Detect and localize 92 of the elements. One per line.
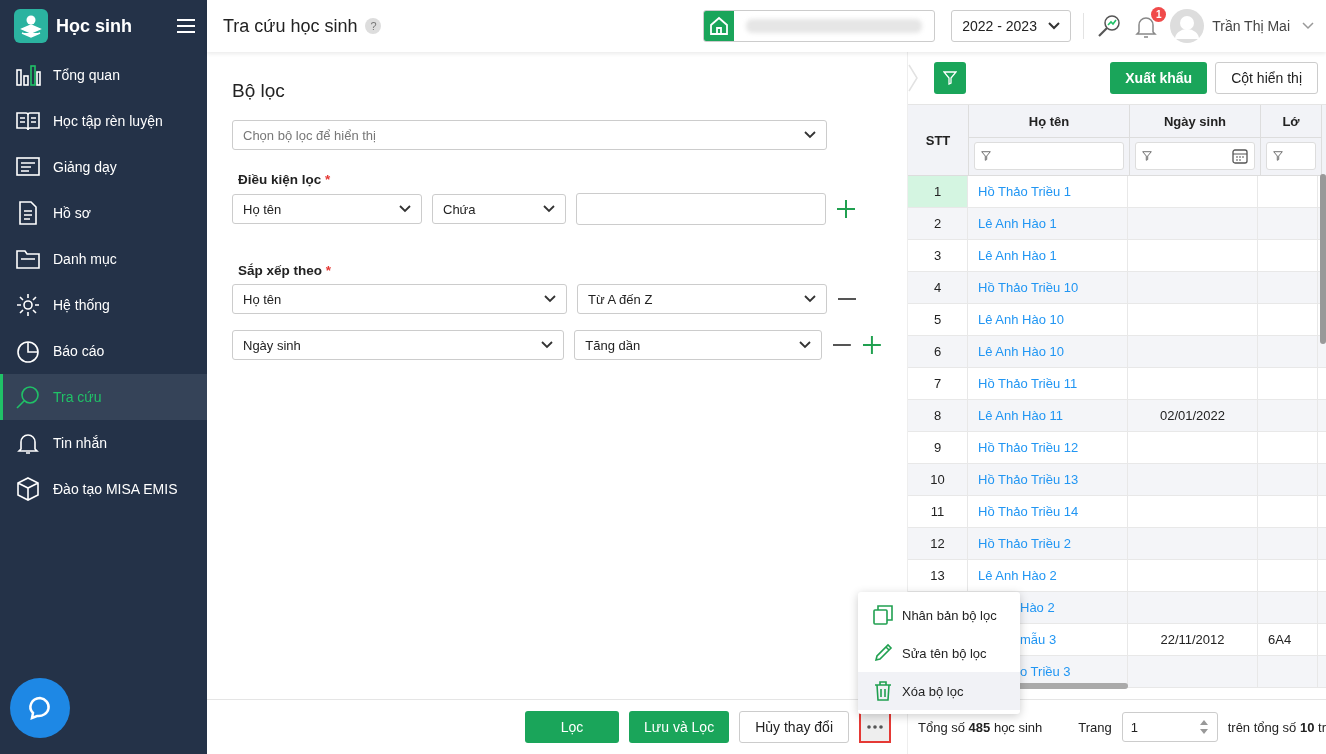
table-cell: 12 [908,528,968,559]
column-filter-field[interactable] [1266,142,1316,170]
copy-icon [872,604,894,626]
filter-icon [943,71,957,85]
column-header: Họ tên [969,105,1129,138]
filter-icon [981,151,991,161]
app-name: Học sinh [56,15,133,37]
sidebar-item[interactable]: Giảng dạy [0,144,207,190]
operator-select[interactable]: Chứa [432,194,566,224]
preset-select[interactable]: Chọn bộ lọc để hiển thị [232,120,827,150]
sidebar-item[interactable]: Hệ thống [0,282,207,328]
table-cell: 13 [908,560,968,591]
menu-item[interactable]: Xóa bộ lọc [858,672,1020,710]
sidebar-item[interactable]: Tra cứu [0,374,207,420]
filter-button[interactable] [934,62,966,94]
table-cell: 9 [908,432,968,463]
page-label: Trang [1078,719,1112,735]
field-select[interactable]: Họ tên [232,194,422,224]
column-header: Lớ [1261,105,1321,138]
page-title: Tra cứu học sinh [223,15,358,37]
table-cell: 5 [908,304,968,335]
table-cell: 1 [908,176,968,207]
table-cell: 6 [908,336,968,367]
required-mark: * [325,172,331,187]
logo-icon [14,9,48,43]
sort-order-select[interactable]: Tăng dần [574,330,823,360]
sidebar-item[interactable]: Đào tạo MISA EMIS [0,466,207,512]
add-icon[interactable] [836,199,856,219]
sidebar-item[interactable]: Báo cáo [0,328,207,374]
chevron-down-icon [399,205,411,213]
sort-field-select[interactable]: Họ tên [232,284,567,314]
sidebar-item[interactable]: Hồ sơ [0,190,207,236]
sidebar-item[interactable]: Danh mục [0,236,207,282]
chevron-down-icon [544,295,556,303]
chevron-down-icon [804,131,816,139]
section-label: Điều kiện lọc [238,172,322,187]
add-icon[interactable] [862,335,882,355]
table-cell: 10 [908,464,968,495]
pie-icon [15,338,41,364]
chevron-down-icon [1048,22,1061,30]
page-field[interactable]: 1 [1121,712,1218,742]
table-cell: 3 [908,240,968,271]
search-chart-icon[interactable] [1096,13,1123,39]
column-filter-field[interactable] [974,142,1124,170]
search-icon [15,384,41,410]
table-cell: 11 [908,496,968,527]
column-filter-field[interactable] [1135,142,1255,170]
value-input[interactable] [576,193,826,225]
table-cell: 6A4 [1258,624,1318,655]
section-label: Sắp xếp theo [238,263,323,278]
table-cell: 8 [908,400,968,431]
filter-icon [1273,151,1283,161]
sort-order-select[interactable]: Từ A đến Z [577,284,827,314]
menu-icon[interactable] [177,18,195,34]
chevron-down-icon [543,205,555,213]
sort-field-select[interactable]: Ngày sinh [232,330,565,360]
chevron-down-icon [541,341,554,349]
pencil-icon [872,642,894,664]
sidebar-item[interactable]: Học tập rèn luyện [0,98,207,144]
columns-button[interactable]: Cột hiển thị [1215,62,1318,94]
page-total: trên tổng số 10 tr [1227,719,1326,735]
sidebar-item[interactable]: Tổng quan [0,52,207,98]
spinner-icon[interactable] [1198,718,1209,736]
total-count: Tổng số 485 học sinh [918,719,1043,735]
cube-icon [15,476,41,502]
user-name[interactable]: Trần Thị Mai [1212,18,1290,34]
school-year-select[interactable]: 2022 - 2023 [951,10,1072,42]
footer-button[interactable]: Hủy thay đổi [739,711,849,743]
chevron-down-icon[interactable] [1302,22,1314,30]
table-cell: 22/11/2012 [1128,624,1258,655]
gear-icon [15,292,41,318]
calendar-icon[interactable] [1232,148,1248,164]
filter-title: Bộ lọc [232,80,286,102]
trash-icon [872,680,894,702]
table-cell: 4 [908,272,968,303]
table-cell: 2 [908,208,968,239]
scrollbar[interactable] [1320,174,1326,344]
column-header: Ngày sinh [1130,105,1260,138]
chevron-down-icon [804,295,816,303]
chevron-down-icon [799,341,812,349]
more-icon [867,725,883,729]
sidebar-item[interactable]: Tin nhắn [0,420,207,466]
required-mark: * [325,263,332,278]
school-field[interactable] [703,10,936,42]
home-icon [709,16,730,36]
column-header: STT [908,105,969,175]
table-cell: 7 [908,368,968,399]
table-cell: 02/01/2022 [1128,400,1258,431]
filter-icon [1142,151,1152,161]
chart-icon [15,62,41,88]
chat-button[interactable] [10,678,70,738]
notification-badge: 1 [1151,7,1167,22]
